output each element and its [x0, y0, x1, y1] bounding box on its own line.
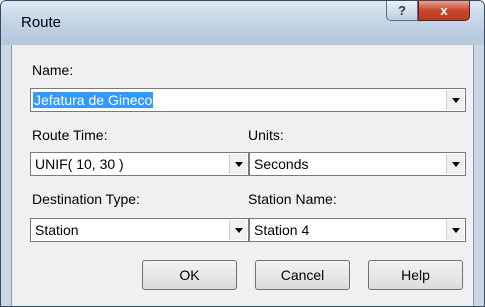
destination-type-label: Destination Type: — [32, 191, 140, 207]
chevron-down-icon[interactable] — [229, 220, 247, 240]
station-name-value: Station 4 — [254, 222, 310, 238]
route-time-combo[interactable]: UNIF( 10, 30 ) — [30, 152, 249, 176]
destination-type-value: Station — [35, 222, 79, 238]
route-time-label: Route Time: — [32, 127, 108, 143]
chevron-down-icon[interactable] — [229, 154, 247, 174]
close-button[interactable]: x — [418, 1, 470, 21]
units-label: Units: — [248, 127, 284, 143]
name-label: Name: — [32, 62, 74, 78]
dialog-body: Name: Jefatura de Gineco Route Time: UNI… — [11, 45, 474, 306]
chevron-down-icon[interactable] — [446, 220, 464, 240]
station-name-label: Station Name: — [248, 191, 337, 207]
units-combo[interactable]: Seconds — [249, 152, 466, 176]
ok-button[interactable]: OK — [142, 260, 237, 290]
chevron-down-icon[interactable] — [446, 154, 464, 174]
chevron-down-icon[interactable] — [446, 90, 464, 110]
name-value: Jefatura de Gineco — [33, 92, 154, 108]
route-dialog: Route ? x Name: Jefatura de Gineco Route… — [0, 0, 485, 307]
route-time-value: UNIF( 10, 30 ) — [35, 156, 124, 172]
context-help-button[interactable]: ? — [386, 1, 418, 21]
title-bar[interactable]: Route ? x — [1, 1, 484, 45]
cancel-button[interactable]: Cancel — [255, 260, 350, 290]
window-title: Route — [21, 14, 62, 31]
destination-type-combo[interactable]: Station — [30, 218, 249, 242]
station-name-combo[interactable]: Station 4 — [249, 218, 466, 242]
units-value: Seconds — [254, 156, 309, 172]
name-combo[interactable]: Jefatura de Gineco — [30, 88, 466, 112]
help-button[interactable]: Help — [368, 260, 463, 290]
